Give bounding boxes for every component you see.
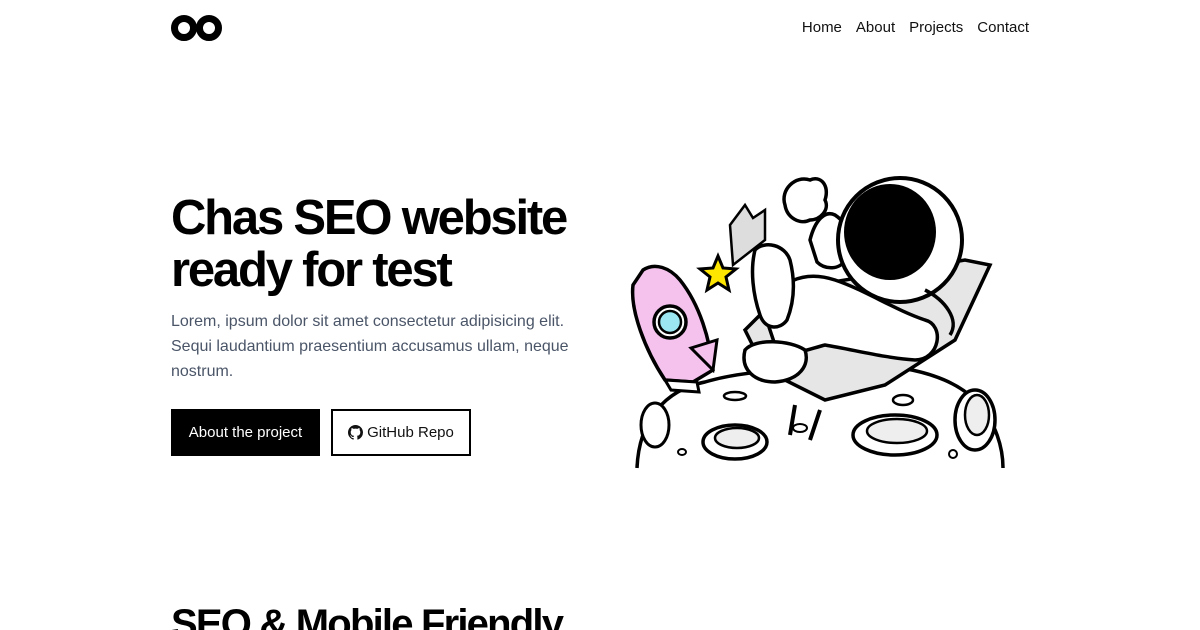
- astronaut-illustration: [630, 176, 1005, 469]
- section-title: SEO & Mobile Friendly: [171, 602, 564, 630]
- about-project-button[interactable]: About the project: [171, 409, 320, 456]
- site-header: Home About Projects Contact: [0, 0, 1200, 56]
- astronaut-shape: [742, 176, 964, 384]
- nav-home[interactable]: Home: [802, 18, 842, 38]
- nav-about[interactable]: About: [856, 18, 895, 38]
- hero-buttons: About the project GitHub Repo: [171, 409, 471, 456]
- github-repo-button[interactable]: GitHub Repo: [331, 409, 471, 456]
- main-nav: Home About Projects Contact: [802, 18, 1029, 38]
- hero-description: Lorem, ipsum dolor sit amet consectetur …: [171, 313, 569, 380]
- nav-projects[interactable]: Projects: [909, 18, 963, 38]
- nav-contact[interactable]: Contact: [977, 18, 1029, 38]
- about-project-label: About the project: [188, 424, 303, 441]
- hero-section: Chas SEO website ready for test Lorem, i…: [171, 192, 611, 384]
- rocket-shape: [630, 264, 719, 394]
- github-icon: [348, 425, 364, 440]
- github-repo-label: GitHub Repo: [367, 424, 454, 441]
- hero-title: Chas SEO website ready for test: [171, 191, 568, 297]
- logo-icon[interactable]: [171, 12, 223, 44]
